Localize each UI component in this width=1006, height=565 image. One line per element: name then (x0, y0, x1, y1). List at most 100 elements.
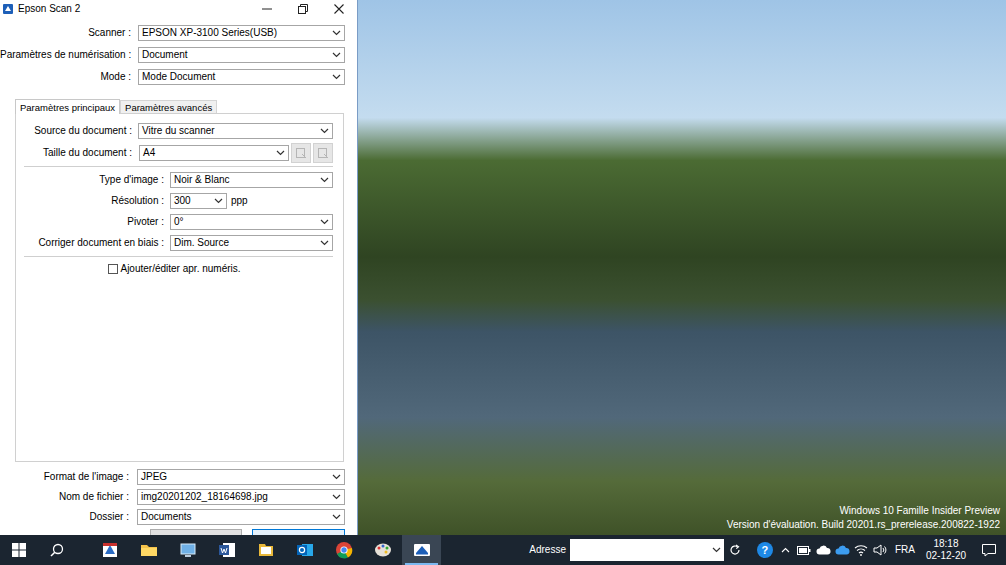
wallpaper: Windows 10 Famille Insider PreviewVersio… (358, 0, 1006, 535)
dropdown[interactable]: A4 (139, 145, 289, 161)
taskbar-app[interactable] (168, 535, 207, 565)
dropdown[interactable]: Mode Document (138, 69, 345, 85)
settings-row: Type d'image :Noir & Blanc (16, 169, 333, 190)
search-icon[interactable] (38, 535, 76, 565)
watermark-line: Windows 10 Famille Insider Preview (839, 504, 1000, 518)
close-icon[interactable] (321, 0, 357, 18)
resolution-combo: 300 ppp (170, 193, 248, 209)
dropdown[interactable]: Dim. Source (170, 235, 333, 251)
clock[interactable]: 18:1802-12-20 (920, 535, 972, 565)
wifi-icon[interactable] (852, 535, 871, 565)
dropdown[interactable]: Document (138, 47, 345, 63)
dropdown-value: EPSON XP-3100 Series(USB) (142, 27, 328, 39)
size-button[interactable] (291, 143, 311, 163)
separator (24, 166, 333, 167)
dropdown[interactable]: Noir & Blanc (170, 172, 333, 188)
dropdown-value: Vitre du scanner (142, 125, 316, 137)
document-size-icon (295, 147, 307, 159)
address-input[interactable] (570, 539, 710, 561)
address-field (570, 539, 724, 561)
dropdown-value: 0° (174, 216, 316, 228)
chevron-down-icon (320, 128, 329, 134)
checkbox-label[interactable]: Ajouter/éditer apr. numéris. (120, 263, 240, 275)
taskbar: Adresse? FRA18:1802-12-20 (0, 535, 1006, 565)
dropdown-value: Mode Document (142, 71, 328, 83)
dropdown[interactable]: 0° (170, 214, 333, 230)
onedrive-personal-icon[interactable] (814, 535, 833, 565)
settings-row: Dossier : Documents (0, 507, 357, 527)
chevron-down-icon (332, 74, 341, 80)
field-label: Corriger document en biais : (16, 237, 166, 249)
window-title: Epson Scan 2 (18, 3, 80, 15)
restore-icon[interactable] (285, 0, 321, 18)
clock-date: 02-12-20 (926, 550, 966, 562)
dropdown-value: img20201202_18164698.jpg (141, 491, 328, 503)
separator (24, 256, 333, 257)
field-label: Source du document : (16, 125, 134, 137)
volume-icon[interactable] (871, 535, 890, 565)
windows-start-icon[interactable] (0, 535, 38, 565)
tab[interactable]: Paramètres principaux (15, 99, 120, 114)
field-label: Dossier : (0, 511, 131, 523)
show-hidden-icons-icon[interactable] (776, 535, 795, 565)
field-label: Pivoter : (16, 216, 166, 228)
tab-label: Paramètres avancés (125, 102, 212, 113)
taskbar-app[interactable] (207, 535, 246, 565)
dropdown[interactable]: Vitre du scanner (138, 123, 333, 139)
settings-row: Paramètres de numérisation :Document (0, 44, 357, 66)
address-label: Adresse (529, 544, 566, 556)
settings-row: Source du document : Vitre du scanner (16, 120, 333, 142)
help-glyph: ? (762, 544, 769, 556)
settings-row: Résolution : 300 ppp (16, 190, 333, 211)
battery-icon[interactable] (795, 535, 814, 565)
taskbar-app[interactable] (285, 535, 324, 565)
settings-row: Pivoter : 0° (16, 211, 333, 232)
field-label: Format de l'image : (0, 471, 131, 483)
field-label: Résolution : (16, 195, 166, 207)
taskbar-app[interactable] (363, 535, 402, 565)
dropdown[interactable]: EPSON XP-3100 Series(USB) (138, 25, 345, 41)
watermark-line: Version d'évaluation. Build 20201.rs_pre… (727, 518, 1000, 532)
input-language[interactable]: FRA (890, 544, 920, 556)
dropdown[interactable]: 300 (170, 193, 227, 209)
dropdown-value: Document (142, 49, 328, 61)
onedrive-business-icon[interactable] (833, 535, 852, 565)
outlook-icon (296, 541, 314, 559)
help-icon[interactable]: ? (757, 542, 773, 558)
chevron-down-icon (332, 514, 341, 520)
title-bar[interactable]: Epson Scan 2 (0, 0, 357, 18)
epson-scan-window: Epson Scan 2Scanner :EPSON XP-3100 Serie… (0, 0, 358, 535)
chevron-down-icon (320, 219, 329, 225)
taskbar-app[interactable] (129, 535, 168, 565)
chrome-icon (335, 541, 353, 559)
chevron-down-icon (320, 177, 329, 183)
taskbar-app[interactable] (402, 535, 441, 565)
chevron-down-icon (332, 30, 341, 36)
window-controls (249, 0, 357, 18)
tab[interactable]: Paramètres avancés (120, 100, 217, 113)
dropdown-value: Noir & Blanc (174, 174, 316, 186)
checkbox[interactable] (108, 264, 118, 274)
refresh-icon[interactable] (724, 535, 746, 565)
folder-icon (257, 541, 275, 559)
unit-label: ppp (231, 195, 248, 207)
taskbar-app[interactable] (324, 535, 363, 565)
paint-palette-icon (374, 541, 392, 559)
action-center-icon[interactable] (972, 535, 1006, 565)
desktop-area: Epson Scan 2Scanner :EPSON XP-3100 Serie… (0, 0, 1006, 535)
epson-app-icon (3, 4, 13, 14)
dropdown[interactable]: Documents (137, 509, 345, 525)
dropdown-value: Dim. Source (174, 237, 316, 249)
dropdown-value: Documents (141, 511, 328, 523)
minimize-icon[interactable] (249, 0, 285, 18)
dropdown[interactable]: img20201202_18164698.jpg (137, 489, 345, 505)
taskbar-app[interactable] (90, 535, 129, 565)
chevron-down-icon[interactable] (710, 539, 724, 561)
size-button[interactable] (313, 143, 333, 163)
tab-label: Paramètres principaux (20, 102, 115, 113)
taskbar-app[interactable] (246, 535, 285, 565)
field-label: Mode : (0, 71, 133, 83)
dropdown[interactable]: JPEG (137, 469, 345, 485)
word-icon (218, 541, 236, 559)
output-settings: Format de l'image :JPEGNom de fichier :i… (0, 467, 357, 535)
